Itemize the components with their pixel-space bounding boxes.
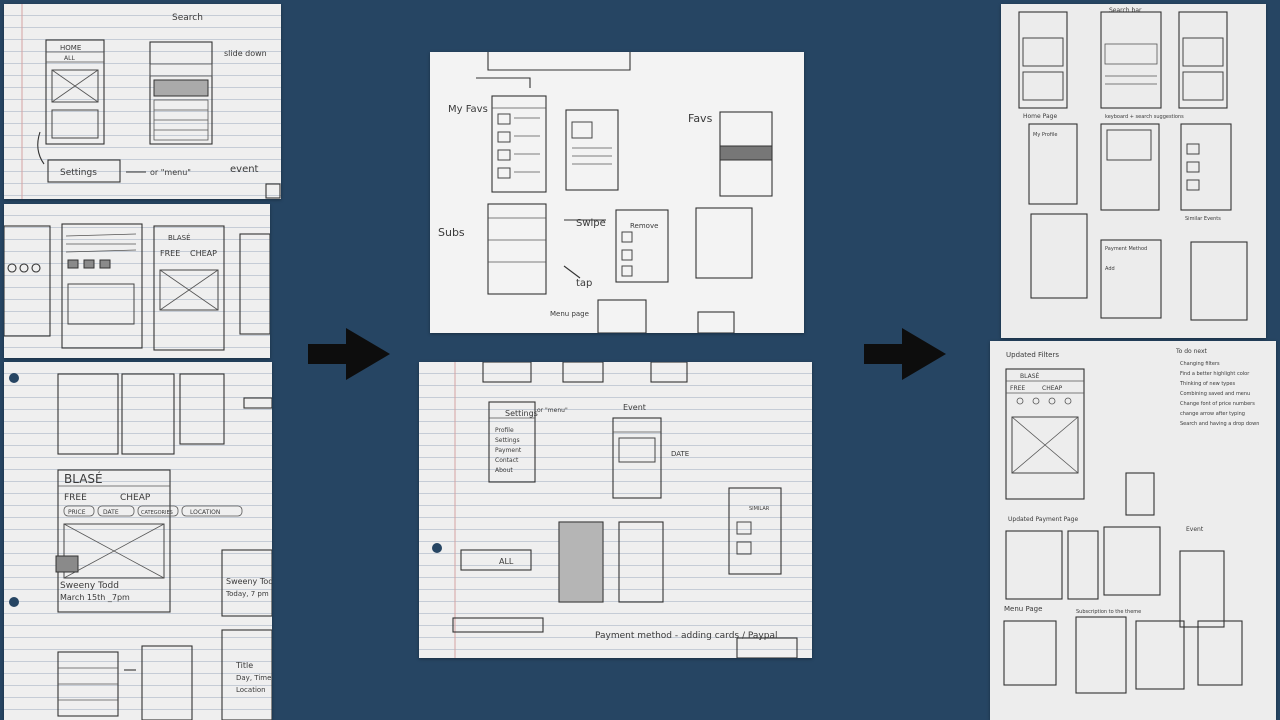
similar-label: SIMILAR: [749, 506, 770, 512]
all-label: ALL: [64, 55, 75, 62]
free-label: FREE: [160, 249, 180, 258]
sketch-photo-final-flow: Search bar Home Page keyboard + search s…: [1001, 4, 1266, 338]
blase-label: BLASÉ: [168, 233, 191, 242]
search-bar-note: Search bar: [1109, 7, 1142, 14]
menu-note: or "menu": [537, 407, 568, 414]
event-label: Event: [623, 403, 646, 412]
payment-item: Payment: [495, 447, 522, 454]
free-label: FREE: [1010, 385, 1025, 392]
event-label: event: [230, 164, 259, 175]
menu-note: Menu page: [550, 310, 589, 318]
profile-item: Profile: [495, 427, 514, 434]
favs-note: My Favs: [448, 104, 488, 115]
event-label: Event: [1186, 526, 1204, 533]
arrow-right-icon: [308, 328, 390, 380]
sketch-drawing: FREE CHEAP BLASÉ: [4, 223, 270, 351]
favs-label: Favs: [688, 112, 713, 125]
todo-title: To do next: [1175, 348, 1208, 355]
sketch-drawing: Updated Filters BLASÉ FREE CHEAP To do n…: [1003, 348, 1259, 694]
todo-item: Changing filters: [1180, 361, 1220, 367]
sketch-drawing: Search bar Home Page keyboard + search s…: [1018, 7, 1248, 321]
todo-item: Change font of price numbers: [1180, 401, 1255, 407]
todo-item: Thinking of new types: [1179, 381, 1236, 387]
sketch-drawing: My Favs Favs Subs Swipe tap Remove Menu …: [438, 52, 773, 333]
settings-label: Settings: [505, 409, 538, 418]
cheap-label: CHEAP: [120, 493, 151, 503]
categories-chip: CATEGORIES: [141, 510, 173, 516]
arrow-right-icon: [864, 328, 946, 380]
location-chip: LOCATION: [190, 509, 220, 516]
subscription-note: Subscription to the theme: [1076, 609, 1141, 615]
search-note: Search: [172, 13, 203, 23]
my-profile-label: My Profile: [1033, 132, 1057, 138]
note-location: Location: [236, 686, 266, 694]
event-title-2: Sweeny Todd: [226, 577, 272, 586]
payment-note: Payment method - adding cards / Paypal: [595, 631, 777, 641]
date-note: DATE: [671, 450, 689, 458]
event-date-2: Today, 7 pm: [225, 590, 269, 598]
home-page-note: Home Page: [1023, 113, 1057, 120]
payment-method-label: Payment Method: [1105, 246, 1147, 252]
sketch-photo-favs-subs: My Favs Favs Subs Swipe tap Remove Menu …: [430, 52, 804, 333]
todo-item: change arrow after typing: [1180, 411, 1245, 417]
menu-page-note: Menu Page: [1004, 605, 1042, 613]
blase-title: BLASÉ: [64, 471, 103, 486]
keyboard-note: keyboard + search suggestions: [1105, 114, 1184, 120]
sketch-photo-filters: FREE CHEAP BLASÉ: [4, 204, 270, 358]
sketch-drawing: BLASÉ FREE CHEAP PRICE DATE CATEGORIES L…: [9, 373, 272, 720]
todo-item: Find a better highlight color: [1180, 371, 1250, 377]
slide-note: slide down: [224, 49, 267, 58]
similar-events-label: Similar Events: [1185, 216, 1221, 222]
remove-label: Remove: [630, 222, 658, 230]
todo-item: Combining saved and menu: [1180, 391, 1250, 397]
settings-label: Settings: [60, 168, 97, 178]
event-date: March 15th _7pm: [60, 593, 130, 602]
subs-note: Subs: [438, 226, 465, 239]
sketch-photo-search-settings: Search slide down HOME ALL Settings or "…: [4, 4, 281, 199]
sketch-drawing: Settings or "menu" Event Profile Setting…: [432, 362, 798, 658]
sketch-photo-home: BLASÉ FREE CHEAP PRICE DATE CATEGORIES L…: [4, 362, 272, 720]
sketch-photo-updated-filters: Updated Filters BLASÉ FREE CHEAP To do n…: [990, 341, 1276, 720]
tap-note: tap: [576, 278, 592, 289]
price-chip: PRICE: [68, 509, 86, 516]
settings-item: Settings: [495, 437, 520, 444]
date-chip: DATE: [103, 509, 119, 516]
todo-item: Search and having a drop down: [1180, 421, 1259, 427]
updated-filters-note: Updated Filters: [1006, 351, 1059, 359]
payment-page-note: Updated Payment Page: [1008, 516, 1078, 523]
cheap-label: CHEAP: [1042, 385, 1063, 392]
swipe-note: Swipe: [576, 218, 606, 229]
contact-item: Contact: [495, 457, 519, 464]
event-title: Sweeny Todd: [60, 581, 119, 591]
add-label: Add: [1105, 266, 1115, 272]
all-label: ALL: [499, 557, 514, 566]
home-label: HOME: [60, 44, 81, 52]
sketch-photo-settings-event: Settings or "menu" Event Profile Setting…: [419, 362, 812, 658]
free-label: FREE: [64, 493, 87, 503]
about-item: About: [495, 467, 513, 474]
note-title: Title: [235, 661, 253, 670]
sketch-drawing: Search slide down HOME ALL Settings or "…: [21, 4, 281, 199]
menu-note: or "menu": [150, 168, 191, 177]
note-day: Day, Time: [236, 674, 271, 682]
blase-label: BLASÉ: [1020, 372, 1040, 380]
cheap-label: CHEAP: [190, 249, 217, 258]
